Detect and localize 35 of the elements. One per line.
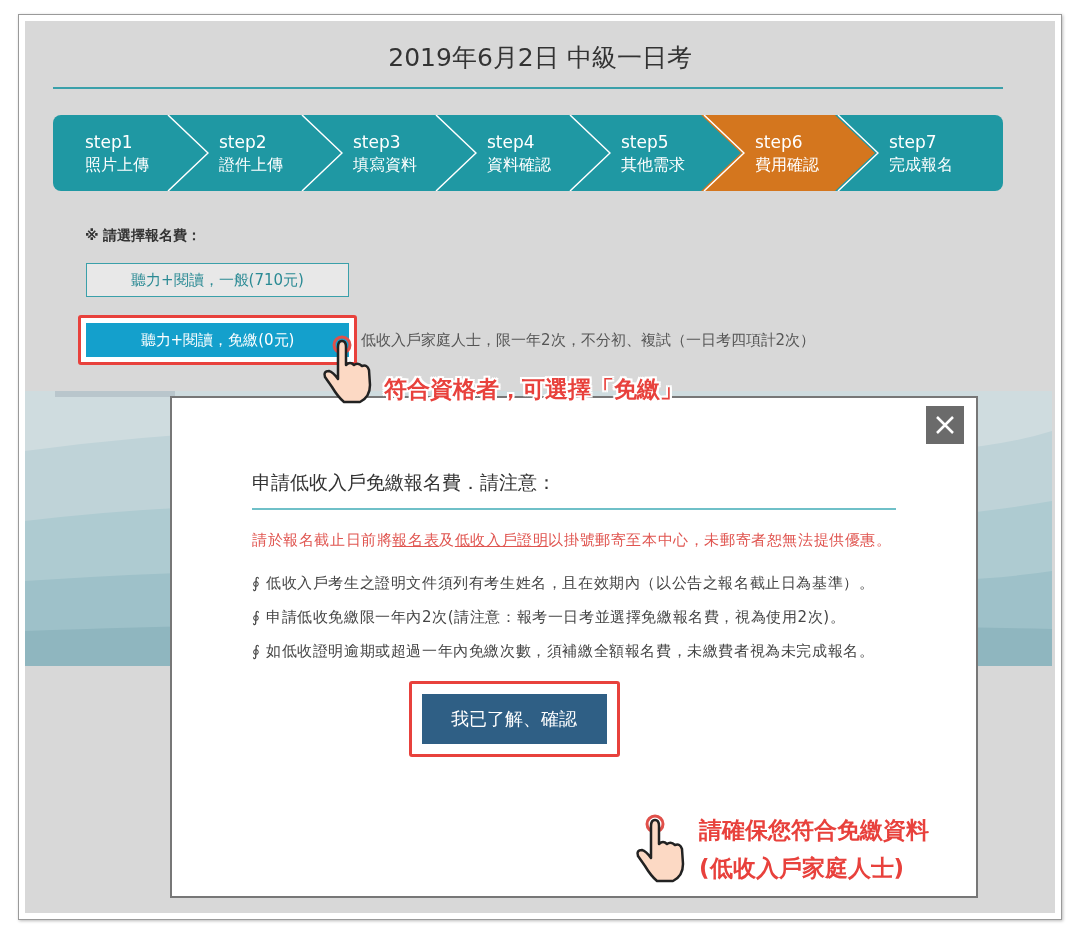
fee-option-button[interactable]: 聽力+閱讀，一般(710元) xyxy=(86,263,349,297)
fee-option-button[interactable]: 聽力+閱讀，免繳(0元) xyxy=(86,323,349,357)
fee-note: 低收入戶家庭人士，限一年2次，不分初、複試（一日考四項計2次） xyxy=(361,330,816,350)
confirm-button[interactable]: 我已了解、確認 xyxy=(421,694,607,744)
step-number[interactable]: step7 xyxy=(889,131,991,153)
step-label[interactable]: 完成報名 xyxy=(889,153,991,177)
close-icon xyxy=(936,416,954,434)
step-number[interactable]: step3 xyxy=(353,131,455,153)
step-label[interactable]: 其他需求 xyxy=(621,153,723,177)
step-label[interactable]: 填寫資料 xyxy=(353,153,455,177)
step-number[interactable]: step6 xyxy=(755,131,857,153)
bullet-mark: ∮ xyxy=(252,641,262,662)
dialog-heading: 申請低收入戶免繳報名費．請注意： xyxy=(252,470,557,495)
step-label[interactable]: 資料確認 xyxy=(487,153,589,177)
bullet-mark: ∮ xyxy=(252,607,262,628)
notice-item: 如低收證明逾期或超過一年內免繳次數，須補繳全額報名費，未繳費者視為未完成報名。 xyxy=(266,641,875,662)
callout-text: (低收入戶家庭人士) xyxy=(699,854,906,883)
notice-item: 申請低收免繳限一年內2次(請注意：報考一日考並選擇免繳報名費，視為使用2次)。 xyxy=(266,607,846,628)
notice-link[interactable]: 低收入戶證明 xyxy=(454,531,549,549)
step-number[interactable]: step5 xyxy=(621,131,723,153)
callout-text: 請確保您符合免繳資料 xyxy=(699,816,929,845)
fee-prompt: ※ 請選擇報名費： xyxy=(85,227,203,245)
step-number[interactable]: step1 xyxy=(85,131,187,153)
callout-text: 符合資格者，可選擇「免繳」 xyxy=(384,375,683,404)
step-number[interactable]: step2 xyxy=(219,131,321,153)
step-number[interactable]: step4 xyxy=(487,131,589,153)
step-label[interactable]: 照片上傳 xyxy=(85,153,187,177)
page-title: 2019年6月2日 中級一日考 xyxy=(387,42,693,74)
step-label[interactable]: 證件上傳 xyxy=(219,153,321,177)
step-label[interactable]: 費用確認 xyxy=(755,153,857,177)
close-button[interactable] xyxy=(926,406,964,444)
bullet-mark: ∮ xyxy=(252,573,262,594)
notice-text: 請於報名截止日前將報名表及低收入戶證明以掛號郵寄至本中心，未郵寄者恕無法提供優惠。 xyxy=(252,530,893,551)
notice-link[interactable]: 報名表 xyxy=(392,531,440,549)
notice-item: 低收入戶考生之證明文件須列有考生姓名，且在效期內（以公告之報名截止日為基準）。 xyxy=(266,573,875,594)
